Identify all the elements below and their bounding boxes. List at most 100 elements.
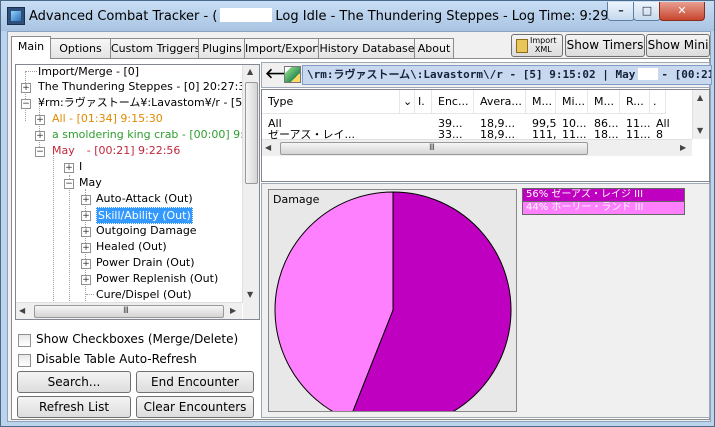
show-checkboxes-checkbox[interactable] bbox=[18, 334, 31, 347]
expand-icon[interactable]: + bbox=[81, 243, 91, 253]
scroll-up-icon[interactable]: ▲ bbox=[247, 67, 253, 76]
show-mini-button[interactable]: Show Mini bbox=[646, 34, 710, 57]
tree-node-outgoing-damage[interactable]: Outgoing Damage bbox=[96, 223, 197, 238]
scroll-thumb[interactable] bbox=[245, 82, 258, 184]
title-bar[interactable]: Advanced Combat Tracker - (Log Idle - Th… bbox=[1, 1, 714, 31]
col-header-mi[interactable]: Mi... bbox=[556, 90, 588, 114]
tree-horizontal-scrollbar[interactable]: ◀ III ▶ bbox=[16, 302, 242, 319]
tree-node-healed[interactable]: Healed (Out) bbox=[96, 239, 167, 254]
scroll-down-icon[interactable]: ▼ bbox=[247, 290, 253, 299]
tree-node-skill-ability[interactable]: Skill/Ability (Out) bbox=[96, 207, 193, 224]
tree-node-cure-dispel[interactable]: Cure/Dispel (Out) bbox=[96, 287, 192, 302]
expand-icon[interactable]: + bbox=[81, 275, 91, 285]
tree-node-auto-attack[interactable]: Auto-Attack (Out) bbox=[96, 191, 193, 206]
table-cell[interactable]: 111,0... bbox=[526, 130, 556, 139]
tab-history-database[interactable]: History Database bbox=[318, 38, 416, 58]
table-cell[interactable]: 33... bbox=[432, 130, 474, 139]
tree-vertical-scrollbar[interactable]: ▲ ▼ bbox=[242, 65, 259, 303]
scroll-left-icon[interactable]: ◀ bbox=[265, 143, 271, 152]
import-xml-button[interactable]: Import XML bbox=[511, 34, 563, 57]
clear-encounters-button[interactable]: Clear Encounters bbox=[136, 396, 254, 418]
show-checkboxes-label[interactable]: Show Checkboxes (Merge/Delete) bbox=[36, 332, 238, 346]
show-timers-button[interactable]: Show Timers bbox=[565, 34, 645, 57]
encounter-table[interactable]: Type ⌄ I. Enc... Avera... M... Mi... M..… bbox=[261, 89, 710, 182]
tree-node-combatant-may[interactable]: May bbox=[79, 175, 102, 190]
redacted-name bbox=[220, 8, 273, 22]
tab-options[interactable]: Options bbox=[49, 38, 112, 58]
expand-icon[interactable]: + bbox=[21, 83, 31, 93]
tree-node-power-drain[interactable]: Power Drain (Out) bbox=[96, 255, 195, 270]
expand-icon[interactable]: + bbox=[81, 227, 91, 237]
tree-node-may[interactable]: May - [00:21] 9:22:56 bbox=[52, 143, 180, 158]
tree-line bbox=[53, 153, 54, 319]
scroll-left-icon[interactable]: ◀ bbox=[19, 306, 25, 315]
col-header-type[interactable]: Type bbox=[262, 90, 400, 114]
app-icon[interactable] bbox=[7, 7, 25, 25]
end-encounter-button[interactable]: End Encounter bbox=[136, 371, 254, 393]
collapse-icon[interactable]: − bbox=[64, 179, 74, 189]
col-header-average[interactable]: Avera... bbox=[474, 90, 526, 114]
col-header-i[interactable]: I. bbox=[415, 90, 432, 114]
disable-refresh-checkbox[interactable] bbox=[18, 354, 31, 367]
table-vertical-scrollbar[interactable]: ▲ ▼ bbox=[692, 90, 709, 139]
table-cell[interactable]: 8 bbox=[650, 130, 672, 139]
expand-icon[interactable]: + bbox=[81, 211, 91, 221]
tree-line bbox=[39, 103, 40, 153]
tree-node-crab[interactable]: a smoldering king crab - [00:00] 9:15: bbox=[52, 127, 259, 142]
col-header-r[interactable]: R... bbox=[620, 90, 650, 114]
scroll-down-icon[interactable]: ▼ bbox=[697, 126, 703, 135]
import-xml-label: Import XML bbox=[530, 36, 557, 54]
table-cell[interactable]: 11... bbox=[556, 130, 588, 139]
collapse-icon[interactable]: − bbox=[35, 147, 45, 157]
expand-icon[interactable]: + bbox=[35, 115, 45, 125]
table-horizontal-scrollbar[interactable]: ◀ III ▶ bbox=[262, 139, 692, 156]
encounter-title: \rm:ラヴァストーム\:Lavastorm\/r - [5] 9:15:02 … bbox=[302, 65, 712, 85]
tree-node-lavastorm[interactable]: ¥rm:ラヴァストーム¥:Lavastom¥/r - [5] 9:15 bbox=[38, 95, 259, 110]
col-header-enc[interactable]: Enc... bbox=[432, 90, 474, 114]
pie-chart[interactable]: Damage bbox=[268, 189, 517, 412]
table-cell[interactable]: 11... bbox=[620, 130, 650, 139]
tab-custom-triggers[interactable]: Custom Triggers bbox=[110, 38, 200, 58]
search-button[interactable]: Search... bbox=[17, 371, 131, 393]
tree-node-import-merge[interactable]: Import/Merge - [0] bbox=[38, 65, 139, 79]
close-button[interactable]: ✕ bbox=[659, 2, 705, 21]
encounter-tree[interactable]: Import/Merge - [0] + The Thundering Step… bbox=[15, 64, 260, 320]
minimize-button[interactable]: – bbox=[607, 2, 635, 21]
table-cell[interactable]: ゼーアズ・レイ... bbox=[262, 130, 400, 139]
scroll-right-icon[interactable]: ▶ bbox=[230, 306, 236, 315]
chart-legend: 56% ゼーアズ・レイジ III 44% ホーリー・ランド III bbox=[522, 188, 685, 215]
scroll-thumb[interactable]: III bbox=[280, 142, 588, 155]
col-header-more[interactable]: . bbox=[650, 90, 666, 114]
expand-icon[interactable]: + bbox=[81, 259, 91, 269]
scroll-corner bbox=[243, 303, 259, 319]
col-header-sort[interactable]: ⌄ bbox=[400, 90, 415, 114]
tab-main[interactable]: Main bbox=[11, 36, 51, 59]
table-cell[interactable]: 18,9... bbox=[474, 130, 526, 139]
scroll-thumb[interactable]: III bbox=[34, 305, 224, 318]
refresh-list-button[interactable]: Refresh List bbox=[17, 396, 131, 418]
redacted-name bbox=[638, 68, 659, 80]
tab-import-export[interactable]: Import/Export bbox=[244, 38, 321, 58]
main-window: Advanced Combat Tracker - (Log Idle - Th… bbox=[0, 0, 715, 427]
tree-node-zone[interactable]: The Thundering Steppes - [0] 20:27:36 bbox=[38, 79, 252, 94]
tree-node-combatant[interactable]: I bbox=[79, 159, 82, 174]
expand-icon[interactable]: + bbox=[35, 131, 45, 141]
tree-line bbox=[86, 294, 94, 295]
tree-node-power-replenish[interactable]: Power Replenish (Out) bbox=[96, 271, 218, 286]
import-xml-icon bbox=[516, 39, 528, 53]
table-cell[interactable]: 18... bbox=[588, 130, 620, 139]
expand-icon[interactable]: + bbox=[64, 163, 74, 173]
col-header-m1[interactable]: M... bbox=[526, 90, 556, 114]
image-icon[interactable] bbox=[284, 66, 301, 83]
back-arrow-icon[interactable]: 🡐 bbox=[265, 66, 303, 83]
collapse-icon[interactable]: − bbox=[21, 99, 31, 109]
scroll-up-icon[interactable]: ▲ bbox=[697, 93, 703, 102]
tree-node-all[interactable]: All - [01:34] 9:15:30 bbox=[52, 111, 163, 126]
col-header-m2[interactable]: M... bbox=[588, 90, 620, 114]
tab-about[interactable]: About bbox=[414, 38, 454, 58]
expand-icon[interactable]: + bbox=[81, 195, 91, 205]
scroll-right-icon[interactable]: ▶ bbox=[680, 143, 686, 152]
maximize-button[interactable]: □ bbox=[633, 2, 661, 21]
disable-refresh-label[interactable]: Disable Table Auto-Refresh bbox=[36, 352, 197, 366]
tab-plugins[interactable]: Plugins bbox=[198, 38, 246, 58]
